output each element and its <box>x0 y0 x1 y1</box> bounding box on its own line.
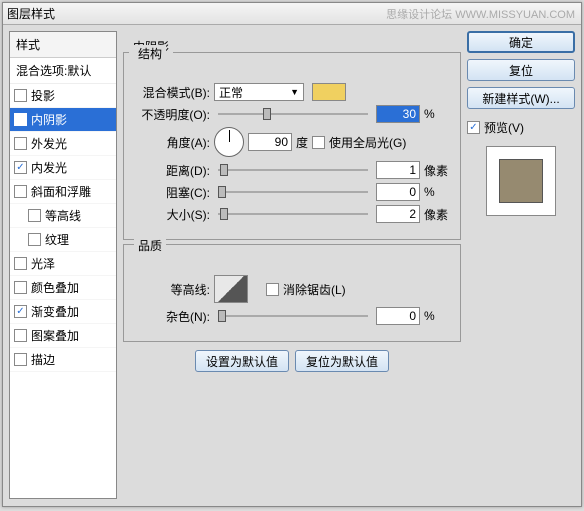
angle-label: 角度(A): <box>132 134 210 151</box>
global-light-checkbox[interactable] <box>312 136 325 149</box>
style-item[interactable]: 内发光 <box>10 156 116 180</box>
right-panel: 确定 复位 新建样式(W)... 预览(V) <box>467 31 575 499</box>
style-label: 投影 <box>31 87 55 104</box>
opacity-unit: % <box>424 107 452 121</box>
style-item[interactable]: 光泽 <box>10 252 116 276</box>
style-checkbox[interactable] <box>14 89 27 102</box>
angle-unit: 度 <box>296 134 308 151</box>
distance-slider[interactable] <box>218 162 368 178</box>
distance-label: 距离(D): <box>132 162 210 179</box>
blending-options[interactable]: 混合选项:默认 <box>10 58 116 84</box>
style-item[interactable]: 外发光 <box>10 132 116 156</box>
style-label: 内阴影 <box>31 111 67 128</box>
antialias-label: 消除锯齿(L) <box>283 281 346 298</box>
size-slider[interactable] <box>218 206 368 222</box>
style-item[interactable]: 纹理 <box>10 228 116 252</box>
style-checkbox[interactable] <box>14 329 27 342</box>
choke-unit: % <box>424 185 452 199</box>
window-title: 图层样式 <box>7 5 55 22</box>
style-checkbox[interactable] <box>14 185 27 198</box>
set-default-button[interactable]: 设置为默认值 <box>195 350 289 372</box>
style-checkbox[interactable] <box>14 257 27 270</box>
style-checkbox[interactable] <box>14 305 27 318</box>
preview-label: 预览(V) <box>484 119 524 136</box>
settings-panel: 内阴影 结构 混合模式(B): 正常 ▼ 不透明度(O): 30 % <box>123 31 461 499</box>
structure-title: 结构 <box>134 45 166 62</box>
style-item[interactable]: 图案叠加 <box>10 324 116 348</box>
style-label: 图案叠加 <box>31 327 79 344</box>
noise-label: 杂色(N): <box>132 308 210 325</box>
distance-unit: 像素 <box>424 162 452 179</box>
blend-mode-select[interactable]: 正常 ▼ <box>214 83 304 101</box>
quality-group: 品质 等高线: 消除锯齿(L) 杂色(N): 0 % <box>123 244 461 342</box>
style-item[interactable]: 描边 <box>10 348 116 372</box>
reset-default-button[interactable]: 复位为默认值 <box>295 350 389 372</box>
antialias-checkbox[interactable] <box>266 283 279 296</box>
watermark: 思缘设计论坛 WWW.MISSYUAN.COM <box>386 6 575 22</box>
quality-title: 品质 <box>134 237 166 254</box>
chevron-down-icon: ▼ <box>290 87 299 97</box>
angle-dial[interactable] <box>214 127 244 157</box>
style-checkbox[interactable] <box>28 209 41 222</box>
structure-group: 结构 混合模式(B): 正常 ▼ 不透明度(O): 30 % 角度( <box>123 52 461 240</box>
style-label: 内发光 <box>31 159 67 176</box>
styles-panel: 样式 混合选项:默认 投影内阴影外发光内发光斜面和浮雕等高线纹理光泽颜色叠加渐变… <box>9 31 117 499</box>
size-label: 大小(S): <box>132 206 210 223</box>
style-checkbox[interactable] <box>14 137 27 150</box>
style-label: 渐变叠加 <box>31 303 79 320</box>
global-light-label: 使用全局光(G) <box>329 134 406 151</box>
blend-mode-label: 混合模式(B): <box>132 84 210 101</box>
style-checkbox[interactable] <box>14 113 27 126</box>
choke-label: 阻塞(C): <box>132 184 210 201</box>
style-label: 等高线 <box>45 207 81 224</box>
opacity-label: 不透明度(O): <box>132 106 210 123</box>
contour-picker[interactable] <box>214 275 248 303</box>
noise-input[interactable]: 0 <box>376 307 420 325</box>
preview-swatch <box>499 159 543 203</box>
contour-label: 等高线: <box>132 281 210 298</box>
color-swatch[interactable] <box>312 83 346 101</box>
size-unit: 像素 <box>424 206 452 223</box>
noise-slider[interactable] <box>218 308 368 324</box>
noise-unit: % <box>424 309 452 323</box>
style-checkbox[interactable] <box>28 233 41 246</box>
new-style-button[interactable]: 新建样式(W)... <box>467 87 575 109</box>
styles-header[interactable]: 样式 <box>10 32 116 58</box>
opacity-slider[interactable] <box>218 106 368 122</box>
cancel-button[interactable]: 复位 <box>467 59 575 81</box>
opacity-input[interactable]: 30 <box>376 105 420 123</box>
style-label: 颜色叠加 <box>31 279 79 296</box>
style-item[interactable]: 等高线 <box>10 204 116 228</box>
style-item[interactable]: 斜面和浮雕 <box>10 180 116 204</box>
style-item[interactable]: 颜色叠加 <box>10 276 116 300</box>
preview-checkbox[interactable] <box>467 121 480 134</box>
style-item[interactable]: 投影 <box>10 84 116 108</box>
distance-input[interactable]: 1 <box>376 161 420 179</box>
preview-box <box>486 146 556 216</box>
style-item[interactable]: 内阴影 <box>10 108 116 132</box>
size-input[interactable]: 2 <box>376 205 420 223</box>
style-checkbox[interactable] <box>14 353 27 366</box>
style-item[interactable]: 渐变叠加 <box>10 300 116 324</box>
choke-slider[interactable] <box>218 184 368 200</box>
style-label: 纹理 <box>45 231 69 248</box>
angle-input[interactable]: 90 <box>248 133 292 151</box>
layer-style-dialog: 图层样式 思缘设计论坛 WWW.MISSYUAN.COM 样式 混合选项:默认 … <box>2 2 582 507</box>
style-checkbox[interactable] <box>14 161 27 174</box>
style-label: 外发光 <box>31 135 67 152</box>
choke-input[interactable]: 0 <box>376 183 420 201</box>
style-label: 描边 <box>31 351 55 368</box>
style-label: 斜面和浮雕 <box>31 183 91 200</box>
style-label: 光泽 <box>31 255 55 272</box>
ok-button[interactable]: 确定 <box>467 31 575 53</box>
titlebar[interactable]: 图层样式 思缘设计论坛 WWW.MISSYUAN.COM <box>3 3 581 25</box>
style-checkbox[interactable] <box>14 281 27 294</box>
